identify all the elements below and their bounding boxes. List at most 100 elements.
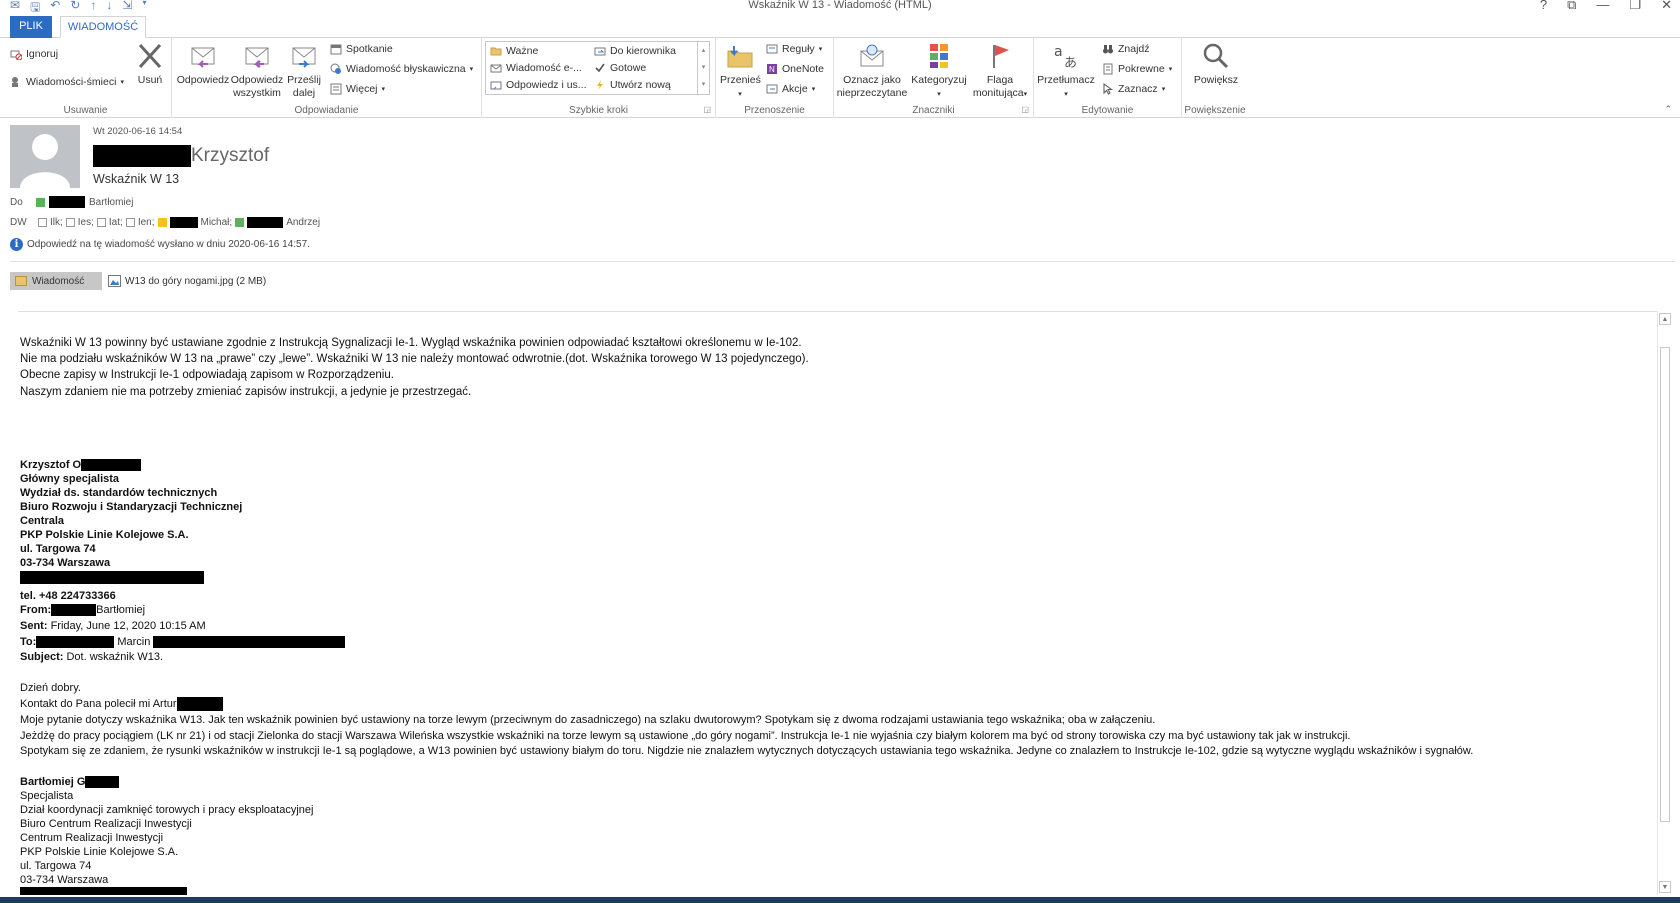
sent-date: Wt 2020-06-16 14:54 xyxy=(93,126,183,137)
translate-icon: aあ xyxy=(1054,44,1077,70)
move-label: Przenieś xyxy=(720,74,761,86)
translate-button[interactable]: aあ Przetłumacz ▾ xyxy=(1036,42,1096,101)
group-quick-steps: Ważne Wiadomość e-... Odpowiedz i us... … xyxy=(482,38,716,118)
chevron-down-icon: ▾ xyxy=(1168,66,1173,73)
attachment-file[interactable]: W13 do góry nogami.jpg (2 MB) xyxy=(102,275,266,287)
forward-button[interactable]: Prześlij dalej xyxy=(284,42,324,100)
quick-step-important[interactable]: Ważne xyxy=(490,45,538,57)
zoom-button[interactable]: Powiększ xyxy=(1186,42,1246,87)
folder-icon xyxy=(490,47,502,56)
actions-button[interactable]: Akcje ▾ xyxy=(766,83,815,95)
tab-file[interactable]: PLIK xyxy=(10,16,52,38)
forward-body-line: Dzień dobry. xyxy=(20,682,81,695)
reply-all-button[interactable]: Odpowiedz wszystkim xyxy=(230,42,284,100)
presence-icon xyxy=(157,218,167,227)
delete-button[interactable]: Usuń xyxy=(133,42,167,87)
signature2-line: Centrum Realizacji Inwestycji xyxy=(20,832,164,845)
ribbon-display-button[interactable]: ⧉ xyxy=(1567,0,1576,13)
quick-step-to-manager-label: Do kierownika xyxy=(610,45,676,57)
mark-unread-icon xyxy=(860,44,884,67)
body-paragraph: Wskaźniki W 13 powinny być ustawiane zgo… xyxy=(20,337,802,349)
close-button[interactable]: ✕ xyxy=(1661,0,1672,13)
to-line: Do Bartłomiej xyxy=(10,196,133,208)
junk-label: Wiadomości-śmieci xyxy=(26,76,117,88)
signature2-line: Biuro Centrum Realizacji Inwestycji xyxy=(20,818,192,831)
follow-up-label-1: Flaga xyxy=(986,74,1014,86)
to-recipient[interactable]: Bartłomiej xyxy=(89,197,133,208)
message-tab[interactable]: Wiadomość xyxy=(10,272,102,290)
group-label-respond: Odpowiadanie xyxy=(294,105,359,116)
redaction xyxy=(20,570,204,584)
lightning-icon xyxy=(597,80,603,90)
tab-message[interactable]: WIADOMOŚĆ xyxy=(60,16,146,38)
redaction xyxy=(176,697,223,712)
presence-icon xyxy=(125,218,135,227)
quick-step-create-new[interactable]: Utwórz nową xyxy=(594,79,671,91)
cc-recipient[interactable]: Andrzej xyxy=(286,217,320,228)
scroll-up-button[interactable]: ▲ xyxy=(1659,313,1671,325)
instant-message-button[interactable]: Wiadomość błyskawiczna ▾ xyxy=(330,63,473,75)
select-button[interactable]: Zaznacz ▾ xyxy=(1102,83,1165,95)
cc-recipient[interactable]: Ies; xyxy=(78,217,94,228)
forward-to-label: To: xyxy=(20,635,37,648)
forward-from-value: Bartłomiej xyxy=(96,604,146,617)
quick-step-email[interactable]: Wiadomość e-... xyxy=(490,62,582,74)
more-button[interactable]: Więcej ▾ xyxy=(330,83,385,95)
related-label: Pokrewne xyxy=(1118,63,1165,75)
presence-icon xyxy=(65,218,75,227)
cc-recipient[interactable]: Iat; xyxy=(109,217,123,228)
forward-icon xyxy=(292,47,316,68)
quick-step-to-manager[interactable]: Do kierownika xyxy=(594,45,676,57)
sender: Krzysztof xyxy=(93,145,269,167)
junk-button[interactable]: Wiadomości-śmieci ▾ xyxy=(10,76,124,88)
scroll-down-icon[interactable]: ▾ xyxy=(698,59,709,76)
find-button[interactable]: Znajdź xyxy=(1102,43,1150,55)
group-tags: Oznacz jako nieprzeczytane Kategoryzuj ▾ … xyxy=(834,38,1034,118)
message-tab-label: Wiadomość xyxy=(32,275,85,287)
expand-icon[interactable]: ▾ xyxy=(698,76,709,93)
translate-label: Przetłumacz xyxy=(1037,74,1095,86)
categorize-button[interactable]: Kategoryzuj ▾ xyxy=(908,42,970,101)
magnifier-icon xyxy=(1203,43,1229,69)
scroll-thumb[interactable] xyxy=(1660,347,1670,822)
collapse-ribbon-icon[interactable]: ⌃ xyxy=(1664,104,1672,115)
reply-delete-icon xyxy=(490,81,502,90)
onenote-button[interactable]: N OneNote xyxy=(766,63,824,75)
restore-button[interactable]: ❐ xyxy=(1629,0,1641,13)
rules-button[interactable]: Reguły ▾ xyxy=(766,43,822,55)
chevron-down-icon: ▾ xyxy=(381,86,386,93)
meeting-label: Spotkanie xyxy=(346,43,393,55)
mark-unread-button[interactable]: Oznacz jako nieprzeczytane xyxy=(836,42,908,100)
vertical-scrollbar[interactable]: ▲ ▼ xyxy=(1657,311,1671,895)
cc-recipient[interactable]: Ien; xyxy=(138,217,155,228)
forward-label-2: dalej xyxy=(292,87,316,99)
forward-from: From: Bartłomiej xyxy=(20,603,1650,619)
forward-to-value: Marcin xyxy=(117,635,151,648)
chevron-down-icon: ▾ xyxy=(937,91,941,98)
quick-step-reply-delete[interactable]: Odpowiedz i us... xyxy=(490,79,587,91)
reply-button[interactable]: Odpowiedz xyxy=(176,42,230,87)
ignore-button[interactable]: Ignoruj xyxy=(10,48,58,60)
quick-steps-scroll[interactable]: ▴ ▾ ▾ xyxy=(697,42,709,94)
meeting-button[interactable]: Spotkanie xyxy=(330,43,393,55)
scroll-up-icon[interactable]: ▴ xyxy=(698,42,709,59)
cc-recipient[interactable]: Ilk; xyxy=(50,217,63,228)
sender-name[interactable]: Krzysztof xyxy=(191,145,269,167)
title-bar: ✉ 🖫 ↶ ↻ ↑ ↓ ⇲ ▾ Wskaźnik W 13 - Wiadomoś… xyxy=(0,0,1680,14)
scroll-down-button[interactable]: ▼ xyxy=(1659,881,1671,893)
move-button[interactable]: Przenieś ▾ xyxy=(720,42,761,101)
minimize-button[interactable]: — xyxy=(1596,0,1609,13)
divider xyxy=(18,311,1658,312)
envelope-icon xyxy=(490,64,502,73)
forward-sent-label: Sent: xyxy=(20,619,48,632)
chevron-down-icon: ▾ xyxy=(1161,86,1166,93)
cc-recipient[interactable]: Michał; xyxy=(201,217,233,228)
forward-label-1: Prześlij xyxy=(287,74,321,86)
follow-up-button[interactable]: Flaga monitująca▾ xyxy=(968,42,1032,101)
info-bar[interactable]: i Odpowiedź na tę wiadomość wysłano w dn… xyxy=(10,238,310,251)
chevron-down-icon: ▾ xyxy=(818,46,823,53)
divider xyxy=(10,261,1675,262)
related-button[interactable]: Pokrewne ▾ xyxy=(1102,63,1172,75)
help-button[interactable]: ? xyxy=(1540,0,1547,13)
quick-step-done[interactable]: Gotowe xyxy=(594,62,646,74)
